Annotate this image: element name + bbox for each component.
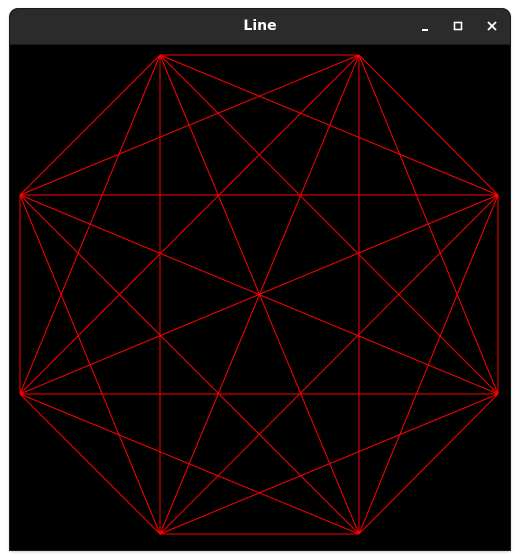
octagon-drawing [19, 54, 499, 535]
drawn-line [19, 54, 360, 395]
maximize-button[interactable] [446, 14, 470, 38]
drawn-line [358, 54, 499, 395]
drawn-line [358, 194, 499, 535]
close-icon [487, 21, 497, 31]
drawn-line [159, 393, 499, 535]
drawing-canvas [10, 45, 510, 550]
maximize-icon [453, 21, 463, 31]
drawn-line [19, 54, 360, 196]
drawn-line [358, 54, 499, 196]
drawn-line [358, 393, 499, 535]
minimize-icon [422, 29, 428, 31]
drawn-line [19, 54, 161, 196]
drawn-line [19, 194, 161, 535]
drawn-line [159, 54, 499, 196]
drawn-line [19, 194, 360, 535]
close-button[interactable] [480, 14, 504, 38]
minimize-button[interactable] [413, 14, 437, 38]
drawn-line [159, 54, 499, 395]
drawn-line [159, 194, 499, 535]
drawn-line [19, 393, 161, 535]
app-window: Line [10, 9, 510, 550]
title-bar[interactable]: Line [10, 9, 510, 45]
drawn-line [19, 393, 360, 535]
